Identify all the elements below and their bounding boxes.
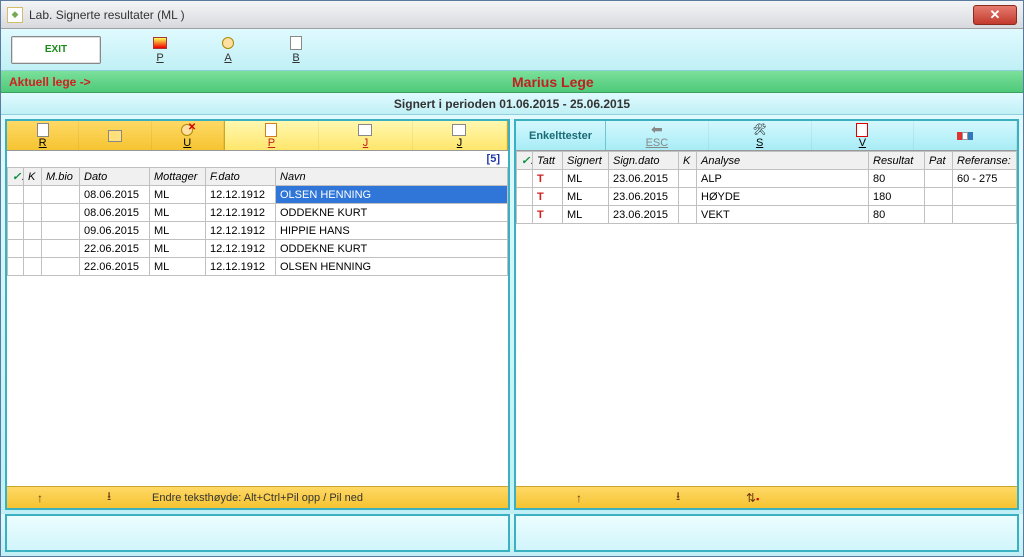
left-pane-toolbar: R ✕ U P [7, 121, 508, 151]
right-table-wrap[interactable]: ✓ Tatt Signert Sign.dato K Analyse Resul… [516, 151, 1017, 486]
left-toolbar-folder[interactable] [79, 121, 151, 150]
current-doctor-label: Aktuell lege -> [9, 75, 91, 89]
left-toolbar-j1[interactable]: J [319, 121, 413, 150]
col-analyse[interactable]: Analyse [697, 152, 869, 170]
flag-icon [151, 35, 169, 51]
col-referanse[interactable]: Referanse: [953, 152, 1017, 170]
bottom-right-panel [514, 514, 1019, 552]
left-pane: R ✕ U P [5, 119, 510, 510]
table-row[interactable]: TML23.06.2015VEKT80 [517, 206, 1017, 224]
col-tatt[interactable]: Tatt [533, 152, 563, 170]
current-doctor-bar: Aktuell lege -> Marius Lege [1, 71, 1023, 93]
folder-icon [107, 129, 123, 143]
bottom-left-panel [5, 514, 510, 552]
col-navn[interactable]: Navn [276, 168, 508, 186]
right-toolbar-v[interactable]: V [812, 121, 915, 150]
bottom-panels [1, 514, 1023, 556]
left-table-header: ✓ K M.bio Dato Mottager F.dato Navn [8, 168, 508, 186]
left-table-wrap[interactable]: ✓ K M.bio Dato Mottager F.dato Navn 08.0… [7, 167, 508, 486]
right-toolbar-colors[interactable] [914, 121, 1017, 150]
left-result-count: [5] [7, 151, 508, 167]
left-toolbar-u[interactable]: ✕ U [152, 121, 224, 150]
col-pat[interactable]: Pat [925, 152, 953, 170]
scroll-down-icon[interactable]: ⭳ [107, 487, 111, 508]
person-x-icon: ✕ [179, 123, 195, 137]
scroll-up-icon-r[interactable]: ↑ [576, 491, 582, 505]
print-icon [854, 123, 870, 137]
col-check[interactable]: ✓ [8, 168, 24, 186]
titlebar: ◆ Lab. Signerte resultater (ML ) ✕ [1, 1, 1023, 29]
left-table: ✓ K M.bio Dato Mottager F.dato Navn 08.0… [7, 167, 508, 276]
table-row[interactable]: TML23.06.2015ALP8060 - 275 [517, 170, 1017, 188]
left-toolbar-p[interactable]: P [225, 121, 319, 150]
top-toolbar: EXIT P A B [1, 29, 1023, 71]
journal2-icon [451, 123, 467, 137]
left-footer-hint: Endre teksthøyde: Alt+Ctrl+Pil opp / Pil… [152, 492, 363, 504]
person-icon [219, 35, 237, 51]
col-fdato[interactable]: F.dato [206, 168, 276, 186]
table-row[interactable]: 08.06.2015ML12.12.1912OLSEN HENNING [8, 186, 508, 204]
period-text: Signert i perioden 01.06.2015 - 25.06.20… [394, 97, 630, 111]
scroll-up-icon[interactable]: ↑ [37, 491, 43, 505]
left-footer-bar: ↑ ⭳ Endre teksthøyde: Alt+Ctrl+Pil opp /… [7, 486, 508, 508]
right-pane-toolbar: Enkelttester ⬅ ESC 🛠 S V [516, 121, 1017, 151]
col-mottager[interactable]: Mottager [150, 168, 206, 186]
colors-icon [957, 129, 973, 143]
left-toolbar-j2[interactable]: J [413, 121, 507, 150]
toolbar-button-b[interactable]: B [287, 35, 305, 64]
note-icon [263, 123, 279, 137]
col-signdato[interactable]: Sign.dato [609, 152, 679, 170]
table-row[interactable]: TML23.06.2015HØYDE180 [517, 188, 1017, 206]
app-icon: ◆ [7, 7, 23, 23]
back-arrow-icon: ⬅ [649, 123, 665, 137]
table-row[interactable]: 22.06.2015ML12.12.1912OLSEN HENNING [8, 258, 508, 276]
current-doctor-name: Marius Lege [91, 74, 1015, 90]
right-pane: Enkelttester ⬅ ESC 🛠 S V [514, 119, 1019, 510]
journal-icon [357, 123, 373, 137]
table-row[interactable]: 22.06.2015ML12.12.1912ODDEKNE KURT [8, 240, 508, 258]
right-table: ✓ Tatt Signert Sign.dato K Analyse Resul… [516, 151, 1017, 224]
col-signert[interactable]: Signert [563, 152, 609, 170]
right-table-header: ✓ Tatt Signert Sign.dato K Analyse Resul… [517, 152, 1017, 170]
right-footer-bar: ↑ ⭳ ⇅▪ [516, 486, 1017, 508]
exit-button[interactable]: EXIT [11, 36, 101, 64]
toolbar-button-a[interactable]: A [219, 35, 237, 64]
close-button[interactable]: ✕ [973, 5, 1017, 25]
tab-enkelttester[interactable]: Enkelttester [523, 130, 598, 142]
tool-icon: 🛠 [752, 123, 768, 137]
toolbar-button-p[interactable]: P [151, 35, 169, 64]
period-bar: Signert i perioden 01.06.2015 - 25.06.20… [1, 93, 1023, 115]
edit-icon [287, 35, 305, 51]
main-area: R ✕ U P [1, 115, 1023, 514]
col-k-r[interactable]: K [679, 152, 697, 170]
scroll-down-icon-r[interactable]: ⭳ [676, 487, 680, 508]
table-row[interactable]: 08.06.2015ML12.12.1912ODDEKNE KURT [8, 204, 508, 222]
table-row[interactable]: 09.06.2015ML12.12.1912HIPPIE HANS [8, 222, 508, 240]
col-k[interactable]: K [24, 168, 42, 186]
sort-icon[interactable]: ⇅▪ [746, 491, 759, 505]
col-mbio[interactable]: M.bio [42, 168, 80, 186]
col-resultat[interactable]: Resultat [869, 152, 925, 170]
col-check-r[interactable]: ✓ [517, 152, 533, 170]
doc-icon [35, 123, 51, 137]
left-toolbar-r[interactable]: R [7, 121, 79, 150]
col-dato[interactable]: Dato [80, 168, 150, 186]
window-title: Lab. Signerte resultater (ML ) [29, 8, 973, 22]
app-window: ◆ Lab. Signerte resultater (ML ) ✕ EXIT … [0, 0, 1024, 557]
right-toolbar-s[interactable]: 🛠 S [709, 121, 812, 150]
right-toolbar-esc[interactable]: ⬅ ESC [606, 121, 709, 150]
